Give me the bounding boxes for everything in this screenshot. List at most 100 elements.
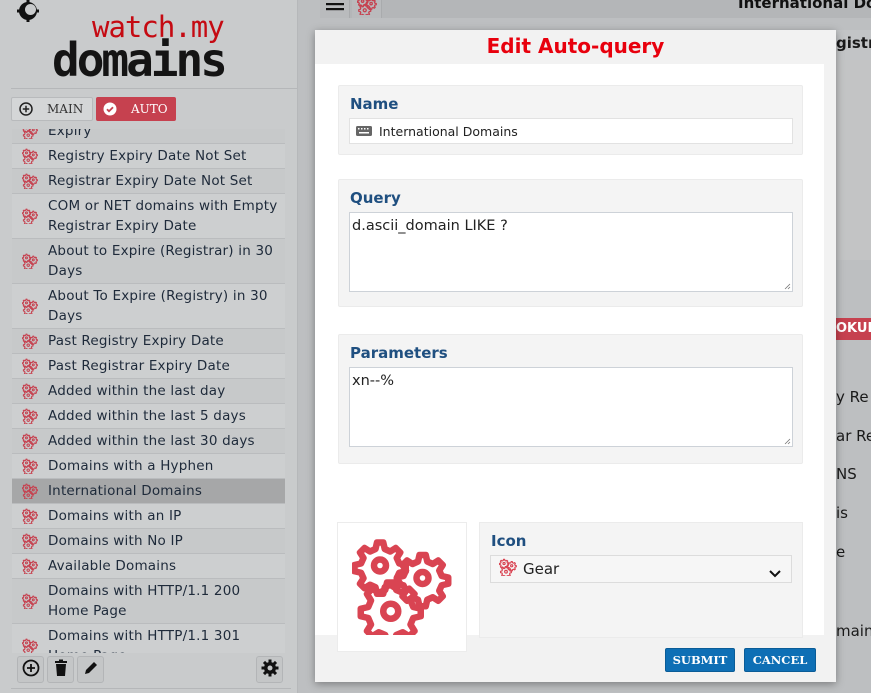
name-input[interactable]: International Domains bbox=[349, 118, 793, 144]
query-textarea[interactable]: d.ascii_domain LIKE ? bbox=[349, 212, 793, 292]
resize-grip-icon[interactable] bbox=[783, 282, 791, 290]
name-section: Name International Domains bbox=[338, 85, 803, 155]
sidebar: watch.my domains MAIN AUTO Expiry Regist… bbox=[0, 0, 298, 693]
parameters-value: xn--% bbox=[352, 373, 395, 389]
sidebar-toolbar bbox=[17, 656, 285, 683]
parameters-textarea[interactable]: xn--% bbox=[349, 367, 793, 447]
check-circle-icon bbox=[103, 102, 117, 116]
cancel-button[interactable]: CANCEL bbox=[744, 648, 816, 672]
list-item[interactable]: Added within the last day bbox=[12, 379, 285, 404]
tab-auto-label: AUTO bbox=[131, 102, 168, 116]
background-header-text: gistra bbox=[836, 34, 871, 52]
gears-icon bbox=[12, 383, 48, 399]
list-item[interactable]: Domains with an IP bbox=[12, 504, 285, 529]
gears-icon bbox=[12, 333, 48, 349]
app-logo[interactable]: watch.my domains bbox=[52, 10, 262, 84]
list-item[interactable]: Domains with HTTP/1.1 301 Home Page bbox=[12, 624, 285, 653]
list-item[interactable]: Domains with HTTP/1.1 200 Home Page bbox=[12, 579, 285, 624]
gears-icon bbox=[12, 358, 48, 374]
background-row: main bbox=[836, 622, 871, 640]
settings-button[interactable] bbox=[256, 656, 283, 683]
top-bar: International Do bbox=[320, 0, 871, 18]
list-item[interactable]: Expiry bbox=[12, 129, 285, 144]
tab-auto[interactable]: AUTO bbox=[96, 97, 176, 121]
list-item[interactable]: Registrar Expiry Date Not Set bbox=[12, 169, 285, 194]
keyboard-icon bbox=[356, 124, 372, 139]
list-item[interactable]: Domains with a Hyphen bbox=[12, 454, 285, 479]
gears-icon bbox=[12, 508, 48, 524]
logo-text-bottom: domains bbox=[52, 33, 228, 87]
icon-select-value: Gear bbox=[523, 560, 560, 578]
gears-icon bbox=[12, 558, 48, 574]
parameters-label: Parameters bbox=[350, 344, 448, 362]
gears-icon bbox=[12, 208, 48, 224]
gears-icon bbox=[12, 593, 48, 609]
list-item[interactable]: About to Expire (Registrar) in 30 Days bbox=[12, 239, 285, 284]
list-item[interactable]: Added within the last 30 days bbox=[12, 429, 285, 454]
gears-icon bbox=[12, 253, 48, 269]
icon-select[interactable]: Gear bbox=[490, 555, 792, 583]
tab-main[interactable]: MAIN bbox=[11, 97, 93, 121]
tab-main-label: MAIN bbox=[47, 102, 84, 116]
theme-toggle-icon[interactable] bbox=[17, 0, 39, 22]
background-lookup-tab: OKUF bbox=[836, 318, 871, 340]
gears-icon bbox=[12, 458, 48, 474]
list-item[interactable]: Past Registry Expiry Date bbox=[12, 329, 285, 354]
dialog-footer: SUBMIT CANCEL bbox=[315, 635, 836, 682]
icon-section: Icon Gear bbox=[479, 522, 803, 638]
background-header: gistra bbox=[836, 30, 871, 60]
query-value: d.ascii_domain LIKE ? bbox=[352, 218, 508, 234]
icon-preview bbox=[337, 522, 467, 652]
pencil-icon bbox=[83, 660, 99, 680]
query-section: Query d.ascii_domain LIKE ? bbox=[338, 179, 803, 307]
gears-icon bbox=[357, 0, 377, 19]
background-row: is bbox=[836, 504, 848, 522]
background-row: e bbox=[836, 543, 846, 561]
list-item[interactable]: Added within the last 5 days bbox=[12, 404, 285, 429]
list-item[interactable]: Past Registrar Expiry Date bbox=[12, 354, 285, 379]
list-item[interactable]: COM or NET domains with Empty Registrar … bbox=[12, 194, 285, 239]
gears-icon bbox=[12, 638, 48, 653]
mode-tabs: MAIN AUTO bbox=[11, 97, 176, 121]
list-item[interactable]: Domains with No IP bbox=[12, 529, 285, 554]
gears-icon bbox=[12, 148, 48, 164]
gears-icon bbox=[12, 483, 48, 499]
submit-button[interactable]: SUBMIT bbox=[665, 648, 735, 672]
edit-query-button[interactable] bbox=[77, 656, 104, 683]
background-row: NS bbox=[836, 465, 857, 483]
gears-icon bbox=[12, 298, 48, 314]
edit-auto-query-dialog: Edit Auto-query Name International Domai… bbox=[315, 30, 836, 682]
chevron-down-icon bbox=[769, 564, 781, 582]
query-label: Query bbox=[350, 189, 401, 207]
gear-icon bbox=[261, 659, 279, 681]
list-item-selected[interactable]: International Domains bbox=[12, 479, 285, 504]
page-title: International Do bbox=[738, 0, 871, 12]
gears-icon bbox=[12, 433, 48, 449]
name-value: International Domains bbox=[379, 123, 518, 139]
gears-icon bbox=[499, 558, 517, 580]
list-item[interactable]: Registry Expiry Date Not Set bbox=[12, 144, 285, 169]
divider bbox=[11, 88, 297, 89]
dialog-body: Name International Domains Query d.ascii… bbox=[315, 64, 824, 652]
dialog-title: Edit Auto-query bbox=[486, 34, 665, 58]
auto-query-list: Expiry Registry Expiry Date Not Set Regi… bbox=[12, 129, 285, 653]
background-row: y Re bbox=[836, 388, 869, 406]
trash-icon bbox=[53, 659, 69, 681]
background-tab-text: OKUF bbox=[836, 321, 871, 336]
background-row: ar Re bbox=[836, 427, 871, 445]
list-item[interactable]: About To Expire (Registry) in 30 Days bbox=[12, 284, 285, 329]
gears-icon bbox=[12, 408, 48, 424]
gears-icon bbox=[12, 533, 48, 549]
divider bbox=[11, 688, 291, 689]
resize-grip-icon[interactable] bbox=[783, 437, 791, 445]
list-item[interactable]: Available Domains bbox=[12, 554, 285, 579]
add-query-button[interactable] bbox=[17, 656, 44, 683]
gears-icon bbox=[12, 173, 48, 189]
name-label: Name bbox=[350, 95, 399, 113]
gears-icon bbox=[352, 535, 452, 639]
plus-circle-icon bbox=[22, 659, 40, 681]
auto-query-indicator[interactable] bbox=[352, 0, 382, 18]
menu-button[interactable] bbox=[320, 0, 350, 18]
background-panel bbox=[836, 60, 871, 260]
delete-query-button[interactable] bbox=[47, 656, 74, 683]
